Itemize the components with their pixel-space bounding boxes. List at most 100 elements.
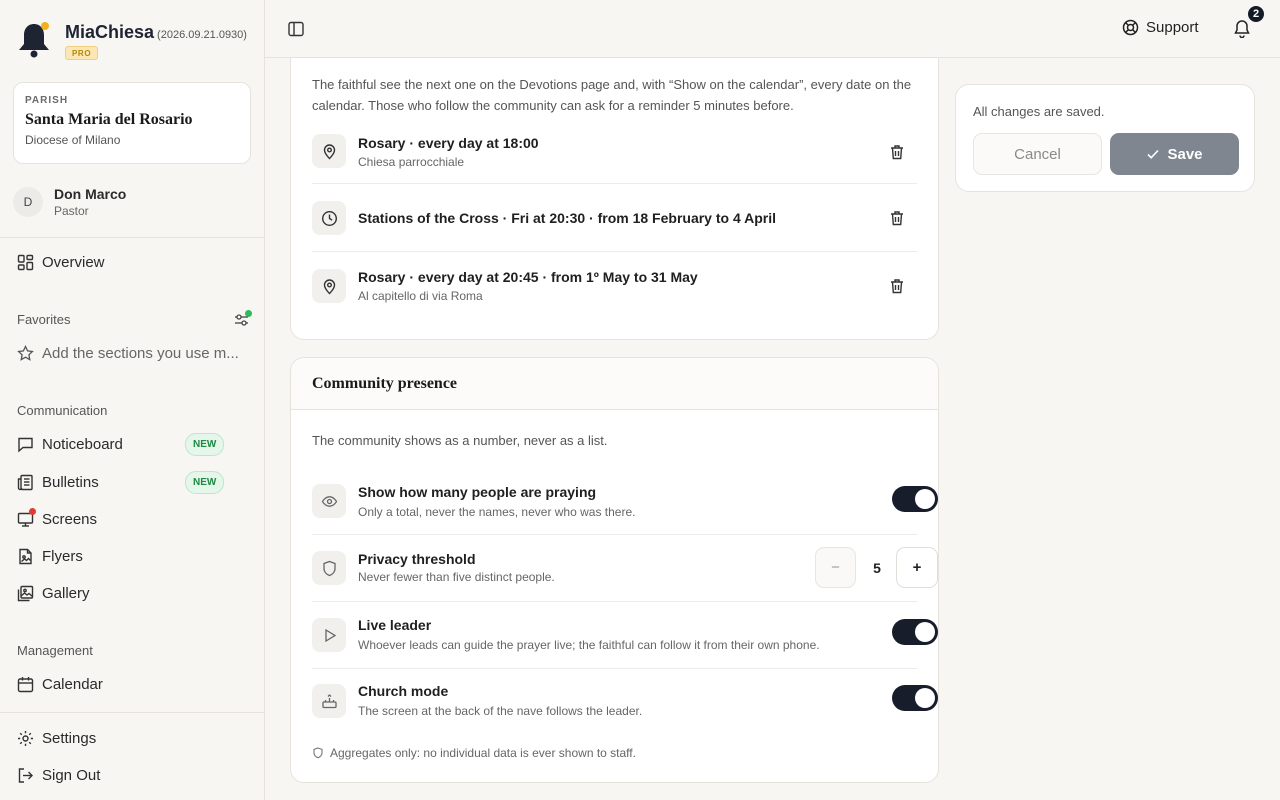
sidebar-item-bulletins[interactable]: Bulletins [17, 472, 99, 492]
sidebar-panel-icon [288, 21, 304, 37]
devotions-card: The faithful see the next one on the Dev… [290, 40, 939, 340]
user-name: Don Marco [54, 186, 127, 202]
sidebar-item-overview[interactable]: Overview [17, 252, 105, 272]
save-panel: All changes are saved. Cancel Save [955, 84, 1255, 192]
eye-icon [312, 484, 346, 518]
increment-button[interactable]: + [896, 547, 938, 588]
pro-badge: PRO [65, 46, 99, 60]
location-pin-icon [312, 134, 346, 168]
favorites-add-item[interactable]: Add the sections you use m... [17, 343, 239, 363]
sidebar-item-label: Gallery [42, 584, 90, 602]
calendar-icon [17, 676, 34, 693]
list-item[interactable]: Rosary · every day at 20:45 · from 1º Ma… [312, 252, 917, 322]
church-screen-icon [312, 684, 346, 718]
list-item[interactable]: Stations of the Cross · Fri at 20:30 · f… [312, 185, 917, 252]
check-icon [1147, 149, 1160, 159]
bell-logo-icon [16, 18, 52, 60]
delete-button[interactable] [889, 278, 905, 294]
list-item[interactable]: Rosary · every day at 18:00 Chiesa parro… [312, 117, 917, 184]
grid-icon [17, 254, 34, 271]
gear-icon [17, 730, 34, 747]
footnote-text: Aggregates only: no individual data is e… [330, 746, 636, 760]
devotions-intro: The faithful see the next one on the Dev… [312, 77, 912, 113]
brand[interactable]: MiaChiesa (2026.09.21.0930) PRO [16, 18, 247, 61]
setting-row-church-mode: Church mode The screen at the back of th… [312, 669, 938, 736]
live-leader-toggle[interactable] [892, 619, 938, 645]
save-button[interactable]: Save [1110, 133, 1239, 175]
setting-title: Show how many people are praying [358, 484, 597, 500]
toggle-knob [915, 622, 935, 642]
images-icon [17, 585, 34, 602]
toggle-knob [915, 688, 935, 708]
decrement-button[interactable]: − [815, 547, 856, 588]
sidebar-item-label: Settings [42, 729, 97, 747]
setting-title: Live leader [358, 617, 432, 633]
church-mode-toggle[interactable] [892, 685, 938, 711]
trash-icon [891, 279, 903, 294]
delete-button[interactable] [889, 144, 905, 160]
sidebar-item-label: Overview [42, 253, 105, 271]
location-pin-icon [312, 269, 346, 303]
setting-description: The screen at the back of the nave follo… [358, 704, 643, 718]
toggle-knob [915, 489, 935, 509]
sidebar-item-gallery[interactable]: Gallery [17, 583, 90, 603]
shield-icon [313, 747, 323, 759]
community-intro: The community shows as a number, never a… [312, 433, 608, 448]
sidebar-item-screens[interactable]: Screens [17, 507, 98, 529]
sidebar-item-label: Bulletins [42, 473, 99, 491]
message-icon [17, 436, 34, 453]
delete-button[interactable] [889, 210, 905, 226]
support-label: Support [1146, 19, 1199, 36]
sidebar-item-flyers[interactable]: Flyers [17, 546, 83, 566]
app-version: (2026.09.21.0930) [157, 29, 247, 41]
notification-count-badge: 2 [1246, 4, 1266, 24]
favorites-edit-button[interactable] [234, 310, 252, 328]
aggregates-footnote: Aggregates only: no individual data is e… [312, 746, 636, 760]
shield-icon [312, 551, 346, 585]
cancel-button[interactable]: Cancel [973, 133, 1102, 175]
sidebar-item-label: Noticeboard [42, 435, 123, 453]
clock-icon [312, 201, 346, 235]
sidebar-item-label: Calendar [42, 675, 103, 693]
bell-icon [1234, 20, 1250, 38]
setting-description: Whoever leads can guide the prayer live;… [358, 638, 820, 652]
devotion-title: Stations of the Cross · Fri at 20:30 · f… [358, 210, 777, 226]
alert-dot [29, 507, 36, 515]
online-dot [245, 310, 252, 317]
sidebar-item-settings[interactable]: Settings [17, 728, 96, 748]
sidebar: MiaChiesa (2026.09.21.0930) PRO PARISH Sa… [0, 0, 265, 800]
sidebar-item-calendar[interactable]: Calendar [17, 674, 103, 694]
show-count-toggle[interactable] [892, 486, 938, 512]
parish-card[interactable]: PARISH Santa Maria del Rosario Diocese o… [13, 82, 251, 164]
trash-icon [891, 211, 903, 226]
devotion-title: Rosary · every day at 18:00 [358, 135, 539, 151]
setting-row-privacy-threshold: Privacy threshold Never fewer than five … [312, 535, 938, 602]
toggle-sidebar-button[interactable] [287, 20, 305, 38]
notifications-button[interactable] [1233, 19, 1251, 38]
monitor-icon [17, 507, 36, 528]
parish-kicker: PARISH [25, 95, 69, 106]
newspaper-icon [17, 474, 34, 491]
sidebar-item-label: Sign Out [42, 766, 101, 784]
card-title: Community presence [312, 375, 458, 392]
divider [0, 712, 264, 713]
lifebuoy-icon [1122, 19, 1139, 36]
avatar: D [13, 187, 43, 217]
sidebar-item-noticeboard[interactable]: Noticeboard [17, 434, 123, 454]
divider [312, 183, 917, 184]
devotion-place: Al capitello di via Roma [358, 289, 483, 303]
save-status: All changes are saved. [973, 104, 1105, 119]
devotion-place: Chiesa parrocchiale [358, 155, 465, 169]
new-badge: NEW [185, 471, 225, 494]
parish-diocese: Diocese of Milano [25, 133, 121, 147]
setting-description: Never fewer than five distinct people. [358, 570, 555, 584]
sidebar-item-label: Screens [42, 510, 98, 528]
setting-title: Church mode [358, 683, 449, 699]
user-role: Pastor [54, 204, 89, 218]
user-profile[interactable]: D Don Marco Pastor [13, 186, 126, 218]
support-button[interactable]: Support [1122, 19, 1199, 36]
sidebar-item-sign-out[interactable]: Sign Out [17, 765, 100, 785]
community-presence-card: Community presence The community shows a… [290, 357, 939, 783]
devotion-title: Rosary · every day at 20:45 · from 1º Ma… [358, 269, 698, 285]
play-icon [312, 618, 346, 652]
